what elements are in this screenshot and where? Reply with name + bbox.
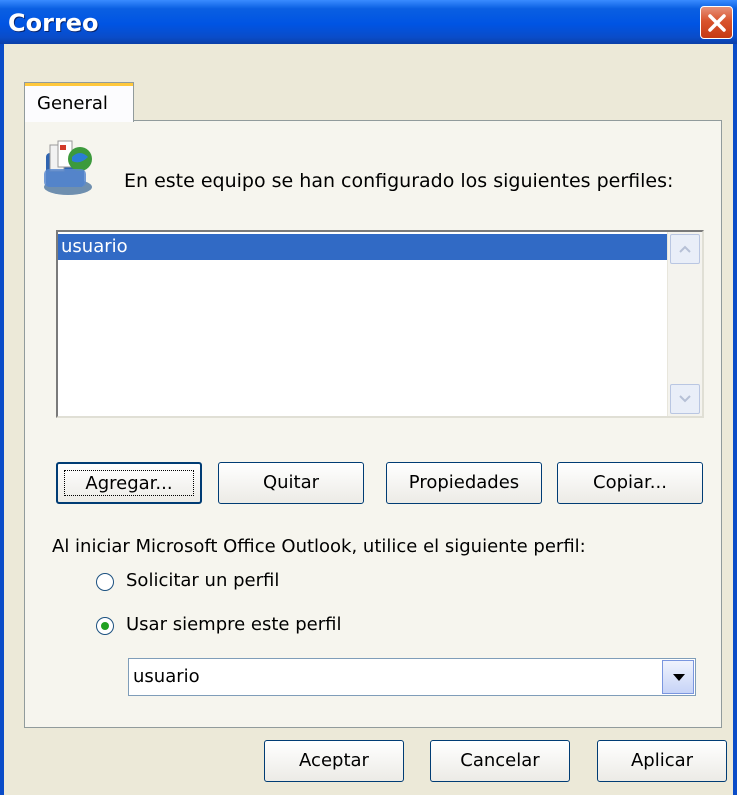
apply-label: Aplicar bbox=[630, 750, 694, 771]
window-border-right bbox=[733, 44, 737, 795]
mail-profiles-icon bbox=[36, 135, 100, 199]
tab-general-label: General bbox=[37, 93, 108, 114]
vertical-scrollbar[interactable] bbox=[667, 232, 702, 416]
scroll-down-button[interactable] bbox=[670, 384, 700, 414]
copy-profile-button[interactable]: Copiar... bbox=[557, 462, 703, 504]
mail-dialog: Correo General En este equipo se han con… bbox=[0, 0, 737, 795]
close-button[interactable] bbox=[700, 6, 733, 39]
window-title: Correo bbox=[8, 9, 99, 37]
tab-general[interactable]: General bbox=[24, 82, 134, 122]
window-border-left bbox=[0, 44, 4, 795]
apply-button[interactable]: Aplicar bbox=[597, 740, 727, 782]
startup-label: Al iniciar Microsoft Office Outlook, uti… bbox=[52, 536, 586, 557]
radio-prompt-profile[interactable] bbox=[96, 573, 114, 591]
ok-button[interactable]: Aceptar bbox=[264, 740, 404, 782]
profiles-intro-text: En este equipo se han configurado los si… bbox=[124, 170, 674, 192]
profile-select[interactable]: usuario bbox=[128, 658, 696, 696]
radio-always-use-profile[interactable] bbox=[96, 617, 114, 635]
cancel-button[interactable]: Cancelar bbox=[430, 740, 570, 782]
properties-button[interactable]: Propiedades bbox=[386, 462, 542, 504]
title-bar[interactable]: Correo bbox=[0, 0, 737, 44]
radio-selected-dot bbox=[101, 622, 109, 630]
radio-always-use-profile-label[interactable]: Usar siempre este perfil bbox=[126, 614, 341, 635]
close-icon bbox=[708, 14, 726, 32]
chevron-down-icon bbox=[673, 674, 685, 681]
scroll-up-button[interactable] bbox=[670, 234, 700, 264]
profile-select-dropdown-button[interactable] bbox=[662, 660, 694, 694]
remove-profile-label: Quitar bbox=[262, 472, 320, 493]
tab-panel bbox=[24, 120, 722, 728]
remove-profile-button[interactable]: Quitar bbox=[218, 462, 364, 504]
scroll-down-icon bbox=[679, 395, 691, 403]
focus-ring bbox=[64, 470, 194, 496]
scroll-up-icon bbox=[679, 245, 691, 253]
copy-profile-label: Copiar... bbox=[593, 472, 667, 493]
list-item[interactable]: usuario bbox=[58, 234, 668, 260]
ok-label: Aceptar bbox=[299, 750, 369, 771]
properties-label: Propiedades bbox=[408, 472, 520, 493]
profile-select-value: usuario bbox=[133, 666, 200, 687]
radio-prompt-profile-label[interactable]: Solicitar un perfil bbox=[126, 570, 279, 591]
add-profile-button[interactable]: Agregar... bbox=[56, 462, 202, 504]
profile-list[interactable]: usuario bbox=[56, 230, 704, 418]
cancel-label: Cancelar bbox=[460, 750, 540, 771]
